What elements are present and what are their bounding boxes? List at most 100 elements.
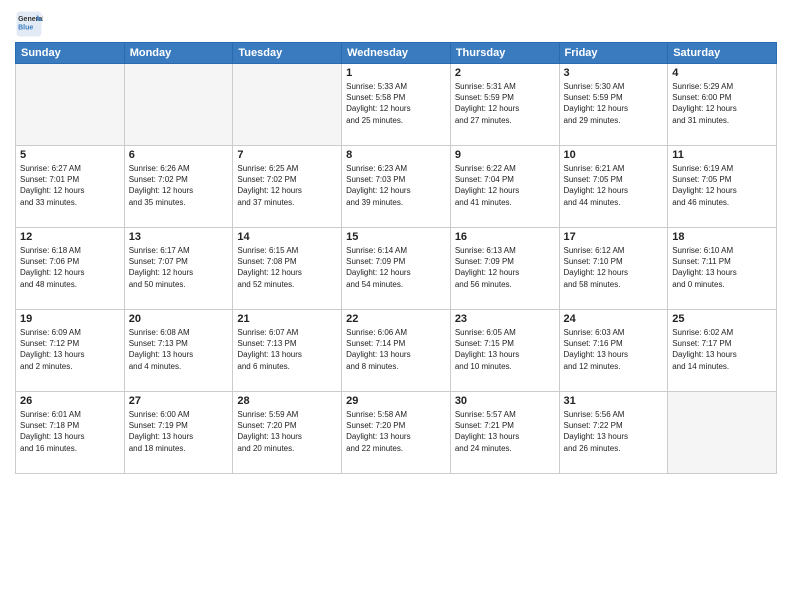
cell-content: Sunrise: 5:31 AMSunset: 5:59 PMDaylight:… bbox=[455, 81, 555, 126]
day-number: 15 bbox=[346, 231, 446, 243]
calendar-cell: 10 Sunrise: 6:21 AMSunset: 7:05 PMDayligh… bbox=[559, 146, 668, 228]
day-number: 22 bbox=[346, 313, 446, 325]
cell-content: Sunrise: 5:57 AMSunset: 7:21 PMDaylight:… bbox=[455, 409, 555, 454]
calendar-cell: 4 Sunrise: 5:29 AMSunset: 6:00 PMDaylight… bbox=[668, 64, 777, 146]
calendar-cell: 1 Sunrise: 5:33 AMSunset: 5:58 PMDaylight… bbox=[342, 64, 451, 146]
day-number: 6 bbox=[129, 149, 229, 161]
cell-content: Sunrise: 6:02 AMSunset: 7:17 PMDaylight:… bbox=[672, 327, 772, 372]
cell-content: Sunrise: 6:01 AMSunset: 7:18 PMDaylight:… bbox=[20, 409, 120, 454]
cell-content: Sunrise: 5:56 AMSunset: 7:22 PMDaylight:… bbox=[564, 409, 664, 454]
day-number: 31 bbox=[564, 395, 664, 407]
calendar-cell: 15 Sunrise: 6:14 AMSunset: 7:09 PMDayligh… bbox=[342, 228, 451, 310]
calendar-cell bbox=[233, 64, 342, 146]
cell-content: Sunrise: 6:25 AMSunset: 7:02 PMDaylight:… bbox=[237, 163, 337, 208]
calendar-cell: 20 Sunrise: 6:08 AMSunset: 7:13 PMDayligh… bbox=[124, 310, 233, 392]
cell-content: Sunrise: 5:29 AMSunset: 6:00 PMDaylight:… bbox=[672, 81, 772, 126]
day-number: 7 bbox=[237, 149, 337, 161]
calendar-header-sunday: Sunday bbox=[16, 43, 125, 64]
svg-text:Blue: Blue bbox=[18, 24, 33, 31]
calendar-header-monday: Monday bbox=[124, 43, 233, 64]
day-number: 29 bbox=[346, 395, 446, 407]
page-container: General Blue SundayMondayTuesdayWednesda… bbox=[0, 0, 792, 612]
calendar-header-tuesday: Tuesday bbox=[233, 43, 342, 64]
day-number: 1 bbox=[346, 67, 446, 79]
day-number: 20 bbox=[129, 313, 229, 325]
calendar-cell: 24 Sunrise: 6:03 AMSunset: 7:16 PMDayligh… bbox=[559, 310, 668, 392]
calendar-cell: 28 Sunrise: 5:59 AMSunset: 7:20 PMDayligh… bbox=[233, 392, 342, 474]
calendar-cell: 14 Sunrise: 6:15 AMSunset: 7:08 PMDayligh… bbox=[233, 228, 342, 310]
cell-content: Sunrise: 6:03 AMSunset: 7:16 PMDaylight:… bbox=[564, 327, 664, 372]
calendar-cell: 26 Sunrise: 6:01 AMSunset: 7:18 PMDayligh… bbox=[16, 392, 125, 474]
day-number: 5 bbox=[20, 149, 120, 161]
day-number: 17 bbox=[564, 231, 664, 243]
day-number: 24 bbox=[564, 313, 664, 325]
calendar-week-1: 1 Sunrise: 5:33 AMSunset: 5:58 PMDaylight… bbox=[16, 64, 777, 146]
calendar-cell: 27 Sunrise: 6:00 AMSunset: 7:19 PMDayligh… bbox=[124, 392, 233, 474]
day-number: 12 bbox=[20, 231, 120, 243]
cell-content: Sunrise: 6:10 AMSunset: 7:11 PMDaylight:… bbox=[672, 245, 772, 290]
calendar-cell: 21Sunrise: 6:07 AMSunset: 7:13 PMDayligh… bbox=[233, 310, 342, 392]
cell-content: Sunrise: 5:59 AMSunset: 7:20 PMDaylight:… bbox=[237, 409, 337, 454]
day-number: 4 bbox=[672, 67, 772, 79]
cell-content: Sunrise: 6:15 AMSunset: 7:08 PMDaylight:… bbox=[237, 245, 337, 290]
calendar-header-row: SundayMondayTuesdayWednesdayThursdayFrid… bbox=[16, 43, 777, 64]
calendar-table: SundayMondayTuesdayWednesdayThursdayFrid… bbox=[15, 42, 777, 474]
day-number: 13 bbox=[129, 231, 229, 243]
calendar-cell: 16 Sunrise: 6:13 AMSunset: 7:09 PMDayligh… bbox=[450, 228, 559, 310]
day-number: 16 bbox=[455, 231, 555, 243]
day-number: 2 bbox=[455, 67, 555, 79]
day-number: 28 bbox=[237, 395, 337, 407]
day-number: 18 bbox=[672, 231, 772, 243]
calendar-cell: 25 Sunrise: 6:02 AMSunset: 7:17 PMDayligh… bbox=[668, 310, 777, 392]
calendar-header-friday: Friday bbox=[559, 43, 668, 64]
cell-content: Sunrise: 6:26 AMSunset: 7:02 PMDaylight:… bbox=[129, 163, 229, 208]
day-number: 21 bbox=[237, 313, 337, 325]
cell-content: Sunrise: 5:30 AMSunset: 5:59 PMDaylight:… bbox=[564, 81, 664, 126]
cell-content: Sunrise: 6:06 AMSunset: 7:14 PMDaylight:… bbox=[346, 327, 446, 372]
calendar-header-wednesday: Wednesday bbox=[342, 43, 451, 64]
day-number: 10 bbox=[564, 149, 664, 161]
day-number: 23 bbox=[455, 313, 555, 325]
day-number: 3 bbox=[564, 67, 664, 79]
calendar-cell: 12 Sunrise: 6:18 AMSunset: 7:06 PMDayligh… bbox=[16, 228, 125, 310]
calendar-cell: 30 Sunrise: 5:57 AMSunset: 7:21 PMDayligh… bbox=[450, 392, 559, 474]
day-number: 26 bbox=[20, 395, 120, 407]
calendar-week-3: 12 Sunrise: 6:18 AMSunset: 7:06 PMDayligh… bbox=[16, 228, 777, 310]
cell-content: Sunrise: 6:05 AMSunset: 7:15 PMDaylight:… bbox=[455, 327, 555, 372]
calendar-cell: 11Sunrise: 6:19 AMSunset: 7:05 PMDayligh… bbox=[668, 146, 777, 228]
header: General Blue bbox=[15, 10, 777, 38]
cell-content: Sunrise: 6:23 AMSunset: 7:03 PMDaylight:… bbox=[346, 163, 446, 208]
calendar-cell: 8 Sunrise: 6:23 AMSunset: 7:03 PMDaylight… bbox=[342, 146, 451, 228]
calendar-cell: 17Sunrise: 6:12 AMSunset: 7:10 PMDayligh… bbox=[559, 228, 668, 310]
cell-content: Sunrise: 6:18 AMSunset: 7:06 PMDaylight:… bbox=[20, 245, 120, 290]
calendar-cell: 29Sunrise: 5:58 AMSunset: 7:20 PMDayligh… bbox=[342, 392, 451, 474]
cell-content: Sunrise: 6:13 AMSunset: 7:09 PMDaylight:… bbox=[455, 245, 555, 290]
calendar-header-thursday: Thursday bbox=[450, 43, 559, 64]
calendar-cell: 3 Sunrise: 5:30 AMSunset: 5:59 PMDaylight… bbox=[559, 64, 668, 146]
cell-content: Sunrise: 6:21 AMSunset: 7:05 PMDaylight:… bbox=[564, 163, 664, 208]
cell-content: Sunrise: 6:14 AMSunset: 7:09 PMDaylight:… bbox=[346, 245, 446, 290]
day-number: 30 bbox=[455, 395, 555, 407]
day-number: 9 bbox=[455, 149, 555, 161]
day-number: 8 bbox=[346, 149, 446, 161]
calendar-cell bbox=[668, 392, 777, 474]
day-number: 14 bbox=[237, 231, 337, 243]
calendar-cell: 18 Sunrise: 6:10 AMSunset: 7:11 PMDayligh… bbox=[668, 228, 777, 310]
cell-content: Sunrise: 6:22 AMSunset: 7:04 PMDaylight:… bbox=[455, 163, 555, 208]
calendar-cell: 2 Sunrise: 5:31 AMSunset: 5:59 PMDaylight… bbox=[450, 64, 559, 146]
day-number: 25 bbox=[672, 313, 772, 325]
day-number: 27 bbox=[129, 395, 229, 407]
calendar-cell: 7 Sunrise: 6:25 AMSunset: 7:02 PMDaylight… bbox=[233, 146, 342, 228]
logo: General Blue bbox=[15, 10, 47, 38]
logo-icon: General Blue bbox=[15, 10, 43, 38]
calendar-cell: 31 Sunrise: 5:56 AMSunset: 7:22 PMDayligh… bbox=[559, 392, 668, 474]
cell-content: Sunrise: 6:08 AMSunset: 7:13 PMDaylight:… bbox=[129, 327, 229, 372]
cell-content: Sunrise: 5:33 AMSunset: 5:58 PMDaylight:… bbox=[346, 81, 446, 126]
cell-content: Sunrise: 6:17 AMSunset: 7:07 PMDaylight:… bbox=[129, 245, 229, 290]
calendar-cell bbox=[16, 64, 125, 146]
day-number: 11 bbox=[672, 149, 772, 161]
calendar-cell bbox=[124, 64, 233, 146]
cell-content: Sunrise: 6:00 AMSunset: 7:19 PMDaylight:… bbox=[129, 409, 229, 454]
cell-content: Sunrise: 6:09 AMSunset: 7:12 PMDaylight:… bbox=[20, 327, 120, 372]
calendar-cell: 5Sunrise: 6:27 AMSunset: 7:01 PMDaylight… bbox=[16, 146, 125, 228]
